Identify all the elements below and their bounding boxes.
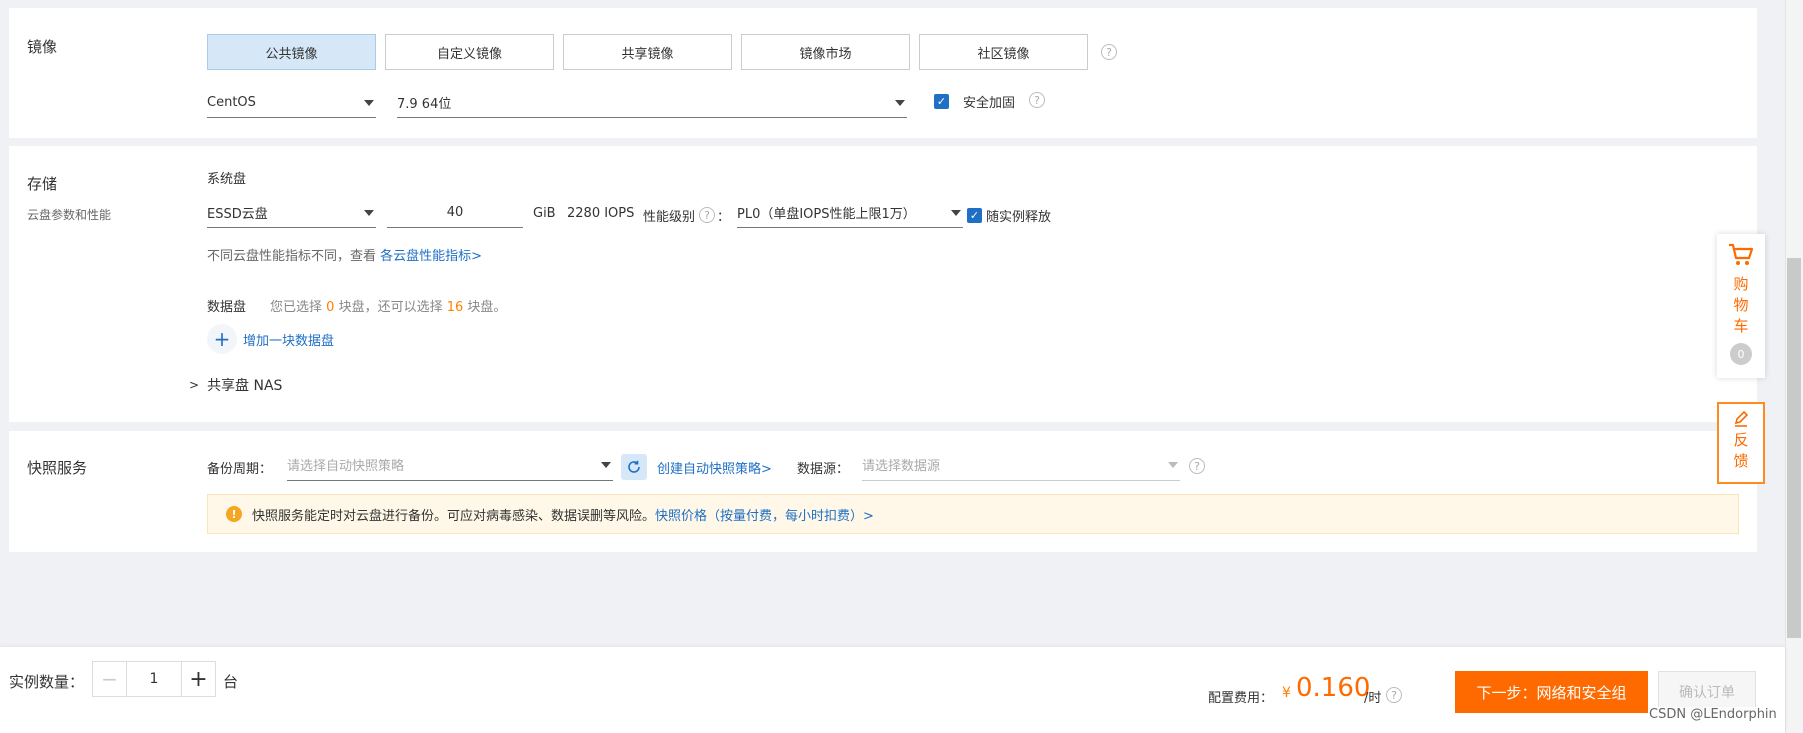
iops-value: 2280 IOPS: [567, 206, 635, 221]
storage-section-sublabel: 云盘参数和性能: [27, 208, 112, 222]
cart-label: 购物车: [1733, 275, 1749, 335]
data-disk-remaining-count: 16: [446, 300, 464, 315]
data-source-select[interactable]: 请选择数据源: [862, 449, 1180, 481]
chevron-down-icon: [601, 461, 611, 468]
config-fee-unit: /时: [1364, 691, 1382, 706]
add-data-disk-button[interactable]: + 增加一块数据盘: [207, 324, 334, 354]
data-source-placeholder: 请选择数据源: [862, 459, 941, 474]
fee-help-icon[interactable]: ?: [1386, 687, 1402, 703]
performance-level-label: 性能级别: [643, 210, 696, 225]
quantity-input[interactable]: 1: [127, 662, 181, 696]
data-disk-selected-count: 0: [326, 300, 335, 315]
add-data-disk-label: 增加一块数据盘: [243, 333, 335, 349]
snapshot-price-link[interactable]: 快照价格（按量付费，每小时扣费）>: [655, 505, 874, 524]
quantity-stepper[interactable]: − 1 +: [92, 661, 216, 697]
data-disk-info-a: 您已选择: [270, 300, 323, 315]
tab-public-image[interactable]: 公共镜像: [207, 34, 376, 70]
shopping-cart-icon: [1729, 243, 1754, 265]
disk-performance-link[interactable]: 各云盘性能指标>: [380, 249, 482, 264]
data-source-help-icon[interactable]: ?: [1189, 458, 1205, 474]
tab-custom-image[interactable]: 自定义镜像: [385, 34, 554, 70]
data-source-label: 数据源：: [797, 462, 850, 477]
version-select[interactable]: 7.9 64位: [397, 88, 907, 118]
decrement-button[interactable]: −: [93, 662, 127, 696]
performance-help-icon[interactable]: ?: [699, 207, 715, 223]
watermark: CSDN @LEndorphin: [1649, 707, 1777, 722]
security-checkbox[interactable]: ✓: [934, 94, 949, 109]
increment-button[interactable]: +: [181, 662, 215, 696]
backup-period-label: 备份周期：: [207, 462, 273, 477]
chevron-down-icon: [895, 99, 905, 106]
scrollbar-thumb[interactable]: [1787, 258, 1801, 638]
disk-size-input[interactable]: 40: [387, 198, 523, 228]
storage-section-label: 存储: [27, 175, 58, 193]
release-with-instance-label: 随实例释放: [986, 210, 1052, 225]
edit-icon: [1734, 410, 1749, 427]
chevron-down-icon: [951, 209, 961, 216]
os-select[interactable]: CentOS: [207, 88, 376, 118]
footer-bar: 实例数量： − 1 + 台 配置费用： ¥ 0.160 /时 ? 下一步：网络和…: [0, 647, 1785, 733]
disk-size-unit: GiB: [533, 206, 556, 221]
shared-nas-label: 共享盘 NAS: [207, 378, 283, 394]
currency-symbol: ¥: [1282, 685, 1291, 701]
disk-type-value: ESSD云盘: [207, 207, 268, 222]
refresh-icon: [628, 460, 640, 473]
refresh-button[interactable]: [621, 454, 647, 480]
data-disk-label: 数据盘: [207, 300, 247, 315]
security-label: 安全加固: [963, 96, 1016, 111]
version-select-value: 7.9 64位: [397, 97, 452, 112]
performance-level-value: PL0（单盘IOPS性能上限1万）: [737, 207, 916, 222]
snapshot-policy-select[interactable]: 请选择自动快照策略: [287, 449, 613, 481]
chevron-down-icon: [364, 99, 374, 106]
chevron-down-icon: [364, 209, 374, 216]
quantity-unit: 台: [223, 673, 239, 691]
snapshot-notice: ! 快照服务能定时对云盘进行备份。可应对病毒感染、数据误删等风险。 快照价格（按…: [207, 494, 1739, 534]
data-disk-info-b: 块盘，还可以选择: [338, 300, 443, 315]
performance-colon: ：: [717, 210, 731, 225]
config-fee-value: 0.160: [1296, 673, 1371, 703]
image-help-icon[interactable]: ?: [1101, 44, 1117, 60]
disk-performance-note: 不同云盘性能指标不同，查看 各云盘性能指标>: [207, 245, 482, 264]
config-fee-label: 配置费用：: [1208, 691, 1274, 706]
snapshot-section-label: 快照服务: [27, 459, 88, 477]
data-disk-info-c: 块盘。: [467, 300, 507, 315]
storage-panel: 存储 云盘参数和性能 系统盘 ESSD云盘 40 GiB 2280 IOPS 性…: [9, 146, 1757, 422]
snapshot-notice-text: 快照服务能定时对云盘进行备份。可应对病毒感染、数据误删等风险。: [252, 508, 656, 524]
tab-shared-image[interactable]: 共享镜像: [563, 34, 732, 70]
system-disk-label: 系统盘: [207, 172, 247, 187]
disk-performance-note-text: 不同云盘性能指标不同，查看: [207, 249, 377, 264]
cart-widget[interactable]: 购物车 0: [1717, 234, 1765, 378]
feedback-widget[interactable]: 反馈: [1717, 402, 1765, 484]
image-section-label: 镜像: [27, 38, 58, 56]
image-panel: 镜像 公共镜像 自定义镜像 共享镜像 镜像市场 社区镜像 ? CentOS 7.…: [9, 8, 1757, 138]
cart-count-badge: 0: [1730, 343, 1752, 365]
tab-community-image[interactable]: 社区镜像: [919, 34, 1088, 70]
release-with-instance-checkbox[interactable]: ✓: [967, 208, 982, 223]
snapshot-policy-placeholder: 请选择自动快照策略: [287, 459, 405, 474]
disk-type-select[interactable]: ESSD云盘: [207, 198, 376, 228]
data-disk-info: 您已选择 0 块盘，还可以选择 16 块盘。: [270, 296, 506, 315]
os-select-value: CentOS: [207, 95, 256, 110]
shared-nas-toggle[interactable]: > 共享盘 NAS: [189, 375, 282, 395]
next-step-button[interactable]: 下一步：网络和安全组: [1455, 671, 1648, 713]
feedback-label: 反馈: [1733, 431, 1749, 470]
quantity-label: 实例数量：: [9, 673, 85, 691]
performance-level-select[interactable]: PL0（单盘IOPS性能上限1万）: [737, 198, 963, 228]
tab-image-market[interactable]: 镜像市场: [741, 34, 910, 70]
chevron-right-icon: >: [189, 378, 200, 392]
snapshot-panel: 快照服务 备份周期： 请选择自动快照策略 创建自动快照策略> 数据源： 请选择数…: [9, 431, 1757, 552]
security-help-icon[interactable]: ?: [1029, 92, 1045, 108]
create-snapshot-policy-link[interactable]: 创建自动快照策略>: [657, 458, 772, 477]
chevron-down-icon: [1168, 461, 1178, 468]
warning-icon: !: [226, 506, 242, 522]
plus-icon: +: [207, 324, 237, 354]
